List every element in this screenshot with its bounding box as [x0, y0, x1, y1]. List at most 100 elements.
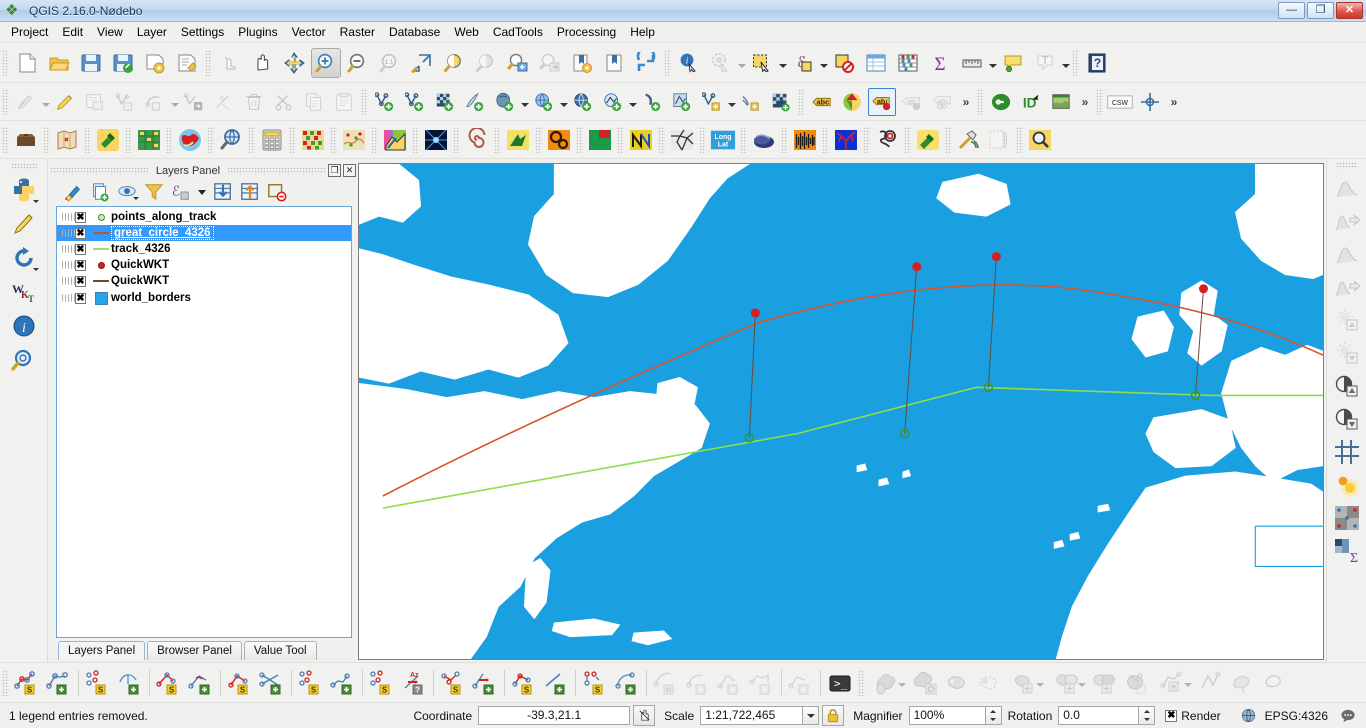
- add-db2-layer-icon[interactable]: [668, 88, 696, 116]
- add-wcs-layer-icon[interactable]: [599, 88, 627, 116]
- calculator-icon[interactable]: [258, 126, 286, 154]
- identify-features-icon[interactable]: i: [674, 48, 704, 78]
- zoom-to-layer-icon[interactable]: [471, 48, 501, 78]
- layer-diagram-icon[interactable]: ab: [898, 88, 926, 116]
- spiral-icon[interactable]: [463, 126, 491, 154]
- cad-select-group-icon[interactable]: S: [366, 667, 398, 699]
- geom-simplify-icon[interactable]: [1259, 667, 1291, 699]
- histogram-stretch-local-icon[interactable]: [1331, 270, 1363, 303]
- tab-value-tool[interactable]: Value Tool: [243, 641, 317, 660]
- green-arrow-icon[interactable]: [504, 126, 532, 154]
- magnifier-input[interactable]: 100%: [908, 706, 985, 725]
- toolbar-grip[interactable]: [43, 126, 50, 153]
- statistical-summary-icon[interactable]: Σ: [925, 48, 955, 78]
- grid-cross-icon[interactable]: [1331, 435, 1363, 468]
- new-project-icon[interactable]: [12, 48, 42, 78]
- style-manager-icon[interactable]: [838, 88, 866, 116]
- toolbar-overflow-chevron[interactable]: »: [1165, 95, 1183, 109]
- new-layer-dropdown-arrow[interactable]: [727, 88, 736, 116]
- pencil-tool-icon[interactable]: [7, 207, 41, 241]
- wcs-dropdown-arrow[interactable]: [628, 88, 637, 116]
- menu-web[interactable]: Web: [447, 23, 485, 41]
- geom-split-icon[interactable]: [1005, 667, 1047, 699]
- raster-sigma-icon[interactable]: Σ: [1331, 534, 1363, 567]
- zoom-to-selection-icon[interactable]: [439, 48, 469, 78]
- text-annotation-icon[interactable]: T: [1030, 48, 1060, 78]
- histogram-stretch-icon[interactable]: [1331, 204, 1363, 237]
- add-wms-layer-icon[interactable]: [530, 88, 558, 116]
- close-button[interactable]: ✕: [1336, 2, 1363, 19]
- render-checkbox[interactable]: ✖: [1165, 709, 1178, 722]
- toolbar-grip[interactable]: [248, 126, 255, 153]
- zoom-in-icon[interactable]: [311, 47, 341, 78]
- menu-edit[interactable]: Edit: [55, 23, 90, 41]
- move-feature-icon[interactable]: [180, 88, 208, 116]
- chevron-down-icon[interactable]: [32, 200, 39, 203]
- add-feature-icon[interactable]: [111, 88, 139, 116]
- river-network-icon[interactable]: [832, 126, 860, 154]
- georeferencer-icon[interactable]: [1047, 88, 1075, 116]
- scroll-icon[interactable]: [985, 126, 1013, 154]
- geom-dashed-icon[interactable]: [973, 667, 1005, 699]
- cad-select-pair-icon[interactable]: S: [437, 667, 469, 699]
- geom-union-settings-icon[interactable]: [909, 667, 941, 699]
- wms-dropdown-arrow[interactable]: [559, 88, 568, 116]
- add-wfs-layer-icon[interactable]: [569, 88, 597, 116]
- cad-select-angle-icon[interactable]: S: [153, 667, 185, 699]
- raster-points-icon[interactable]: [1331, 501, 1363, 534]
- raster-mix-icon[interactable]: [299, 126, 327, 154]
- toolbar-grip[interactable]: [740, 126, 747, 153]
- toolbar-grip[interactable]: [904, 126, 911, 153]
- new-shapefile-layer-icon[interactable]: [698, 88, 726, 116]
- postgis-dropdown-arrow[interactable]: [520, 88, 529, 116]
- toolbar-overflow-chevron[interactable]: »: [957, 95, 975, 109]
- zoom-next-icon[interactable]: [535, 48, 565, 78]
- add-vector-layer-icon[interactable]: [371, 88, 399, 116]
- toolbar-grip[interactable]: [1072, 49, 1079, 76]
- contrast-up-icon[interactable]: [1331, 369, 1363, 402]
- geom-union-icon[interactable]: [867, 667, 909, 699]
- node-tool-icon[interactable]: [210, 88, 238, 116]
- cad-add-network-icon[interactable]: [746, 667, 778, 699]
- open-attribute-table-icon[interactable]: [861, 48, 891, 78]
- toolbar-grip[interactable]: [798, 88, 805, 115]
- mouse-icon[interactable]: [750, 126, 778, 154]
- toolbar-grip[interactable]: [2, 88, 9, 115]
- toolbar-grip[interactable]: [412, 126, 419, 153]
- add-circular-string-icon[interactable]: [141, 88, 169, 116]
- menu-raster[interactable]: Raster: [333, 23, 382, 41]
- zoom-full-icon[interactable]: [407, 48, 437, 78]
- toolbar-grip[interactable]: [1016, 126, 1023, 153]
- add-delimited-text-layer-icon[interactable]: [401, 88, 429, 116]
- scale-input[interactable]: 1:21,722,465: [700, 706, 803, 725]
- toolbar-grip[interactable]: [494, 126, 501, 153]
- refresh-icon[interactable]: [631, 48, 661, 78]
- layer-row-great_circle_4326[interactable]: ✖ great_circle_4326: [57, 225, 351, 241]
- new-bookmark-icon[interactable]: [567, 48, 597, 78]
- cad-add-curve3-icon[interactable]: [714, 667, 746, 699]
- run-action-dropdown-arrow[interactable]: [737, 49, 746, 77]
- geom-intersect-icon[interactable]: [1089, 667, 1121, 699]
- toolbar-grip[interactable]: [977, 88, 984, 115]
- cad-select-scatter-icon[interactable]: S: [82, 667, 114, 699]
- toolbar-grip[interactable]: [664, 49, 671, 76]
- chevron-down-icon[interactable]: [133, 197, 139, 200]
- filter-legend-icon[interactable]: [141, 180, 167, 204]
- plugin-manager-icon[interactable]: [987, 88, 1015, 116]
- minimize-button[interactable]: —: [1278, 2, 1305, 19]
- grid-yellow-icon[interactable]: [135, 126, 163, 154]
- toolbar-grip[interactable]: [371, 126, 378, 153]
- cad-add-cluster-icon[interactable]: [327, 667, 359, 699]
- menu-vector[interactable]: Vector: [285, 23, 333, 41]
- cad-add-curve2-icon[interactable]: [682, 667, 714, 699]
- crack-pattern-icon[interactable]: [668, 126, 696, 154]
- new-virtual-layer-icon[interactable]: [737, 88, 765, 116]
- cad-select-cluster-icon[interactable]: S: [295, 667, 327, 699]
- undock-panel-button[interactable]: ❐: [328, 164, 341, 177]
- hammer-tools-icon[interactable]: [955, 126, 983, 154]
- toolbar-grip[interactable]: [858, 669, 865, 696]
- crs-globe-icon[interactable]: [1238, 705, 1260, 726]
- label-icon[interactable]: abc: [808, 88, 836, 116]
- menu-view[interactable]: View: [90, 23, 130, 41]
- arrow-loop-icon[interactable]: [7, 241, 41, 275]
